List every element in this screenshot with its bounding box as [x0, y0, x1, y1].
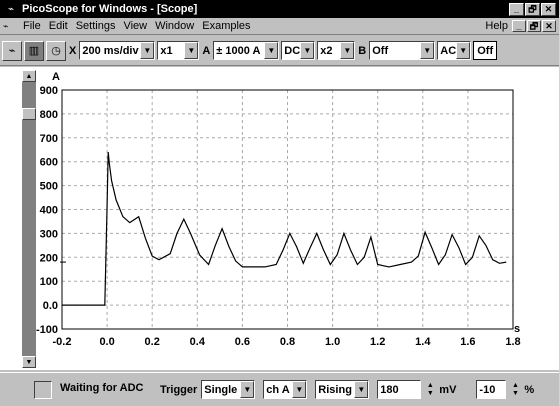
- threshold-input[interactable]: 180: [377, 380, 422, 399]
- child-close-button[interactable]: ✕: [542, 20, 556, 32]
- x-tick-label: 1.4: [415, 336, 431, 348]
- y-tick-label: 0.0: [43, 300, 58, 312]
- pretrigger-unit: %: [524, 383, 535, 396]
- status-indicator: [34, 381, 52, 399]
- x-multiplier-select[interactable]: x1 ▼: [157, 41, 200, 60]
- window-title: PicoScope for Windows - [Scope]: [22, 3, 198, 15]
- close-button[interactable]: ✕: [541, 2, 556, 16]
- app-icon: ⌁: [7, 3, 15, 15]
- x-tick-label: 0.8: [280, 336, 295, 348]
- document-icon[interactable]: ⌁: [3, 21, 17, 32]
- threshold-unit: mV: [439, 383, 457, 396]
- menu-settings[interactable]: Settings: [72, 20, 120, 32]
- scope-chart: -0.2 0.0 0.2 0.4 0.6 0.8 1.0 1.2 1.4 1.6 1.8 -100 0.…: [36, 71, 521, 348]
- child-restore-button[interactable]: 🗗: [527, 20, 541, 32]
- y-tick-label: 200: [40, 252, 58, 264]
- menu-view[interactable]: View: [119, 20, 151, 32]
- meter-icon: ▥: [28, 45, 40, 57]
- channel-b-off-box[interactable]: Off: [473, 41, 498, 60]
- chevron-down-icon: ▼: [184, 42, 199, 59]
- child-minimize-button[interactable]: _: [512, 20, 526, 32]
- series-line: [62, 152, 507, 306]
- trigger-label: Trigger: [160, 383, 198, 396]
- y-tick-label: 700: [40, 133, 58, 145]
- y-tick-label: 300: [40, 228, 58, 240]
- channel-b-coupling-select[interactable]: AC ▼: [437, 41, 472, 60]
- spin-down-icon: ▼: [511, 389, 519, 397]
- scope-mode-button[interactable]: ⌁: [2, 40, 22, 61]
- y-tick-label: 900: [40, 85, 58, 97]
- x-tick-label: 1.2: [370, 336, 385, 348]
- chevron-down-icon: ▼: [264, 42, 279, 59]
- toolbar: ⌁ ▥ ◷ X 200 ms/div ▼ x1 ▼ A ± 1000 A ▼ D…: [0, 36, 559, 66]
- channel-b-label: B: [358, 44, 367, 57]
- spin-up-icon: ▲: [511, 381, 519, 389]
- pretrigger-input[interactable]: -10: [476, 380, 507, 399]
- spin-up-icon: ▲: [426, 381, 434, 389]
- y-tick-label: 500: [40, 181, 58, 193]
- menu-edit[interactable]: Edit: [45, 20, 72, 32]
- x-tick-label: 1.8: [505, 336, 520, 348]
- meter-mode-button[interactable]: ▥: [24, 40, 44, 61]
- chevron-down-icon: ▼: [300, 42, 315, 59]
- title-bar: ⌁ PicoScope for Windows - [Scope] _ 🗗 ✕: [0, 0, 559, 18]
- channel-a-coupling-select[interactable]: DC ▼: [281, 41, 316, 60]
- trigger-channel-select[interactable]: ch A ▼: [263, 380, 308, 399]
- chevron-down-icon: ▼: [354, 381, 369, 398]
- chevron-down-icon: ▼: [340, 42, 355, 59]
- status-text: Waiting for ADC: [60, 382, 144, 394]
- chevron-down-icon: ▼: [456, 42, 471, 59]
- maximize-button[interactable]: 🗗: [525, 2, 540, 16]
- chevron-down-icon: ▼: [140, 42, 155, 59]
- x-tick-label: -0.2: [53, 336, 72, 348]
- chevron-down-icon: ▼: [240, 381, 255, 398]
- clock-icon: ◷: [51, 45, 61, 57]
- timebase-prefix: X: [69, 44, 77, 57]
- minimize-button[interactable]: _: [509, 2, 524, 16]
- pretrigger-spinner[interactable]: ▲ ▼: [510, 380, 520, 399]
- trigger-mode-select[interactable]: Single ▼: [201, 380, 256, 399]
- x-tick-label: 1.0: [325, 336, 340, 348]
- y-tick-label: 400: [40, 205, 58, 217]
- x-tick-label: 0.2: [145, 336, 160, 348]
- menu-file[interactable]: File: [19, 20, 45, 32]
- menu-bar: ⌁ File Edit Settings View Window Example…: [0, 18, 559, 35]
- chevron-down-icon: ▼: [292, 381, 307, 398]
- status-bar: Waiting for ADC Trigger Single ▼ ch A ▼ …: [0, 372, 559, 406]
- x-axis-label: s: [514, 323, 520, 335]
- x-tick-label: 0.6: [235, 336, 250, 348]
- y-axis-label: A: [52, 71, 60, 83]
- y-tick-label: 100: [40, 276, 58, 288]
- x-tick-label: 0.4: [190, 336, 206, 348]
- x-tick-label: 0.0: [99, 336, 114, 348]
- channel-a-multiplier-select[interactable]: x2 ▼: [317, 41, 356, 60]
- timebase-select[interactable]: 200 ms/div ▼: [79, 41, 156, 60]
- y-tick-label: -100: [36, 324, 58, 336]
- timer-button[interactable]: ◷: [46, 40, 66, 61]
- scope-icon: ⌁: [8, 45, 16, 57]
- trigger-edge-select[interactable]: Rising ▼: [315, 380, 370, 399]
- channel-b-range-select[interactable]: Off ▼: [369, 41, 436, 60]
- y-tick-label: 800: [40, 109, 58, 121]
- threshold-spinner[interactable]: ▲ ▼: [425, 380, 435, 399]
- channel-a-range-select[interactable]: ± 1000 A ▼: [213, 41, 280, 60]
- menu-examples[interactable]: Examples: [198, 20, 254, 32]
- menu-window[interactable]: Window: [151, 20, 198, 32]
- menu-help[interactable]: Help: [481, 20, 512, 32]
- channel-a-label: A: [202, 44, 211, 57]
- spin-down-icon: ▼: [426, 389, 434, 397]
- chevron-down-icon: ▼: [420, 42, 435, 59]
- x-tick-label: 1.6: [460, 336, 475, 348]
- y-tick-label: 600: [40, 157, 58, 169]
